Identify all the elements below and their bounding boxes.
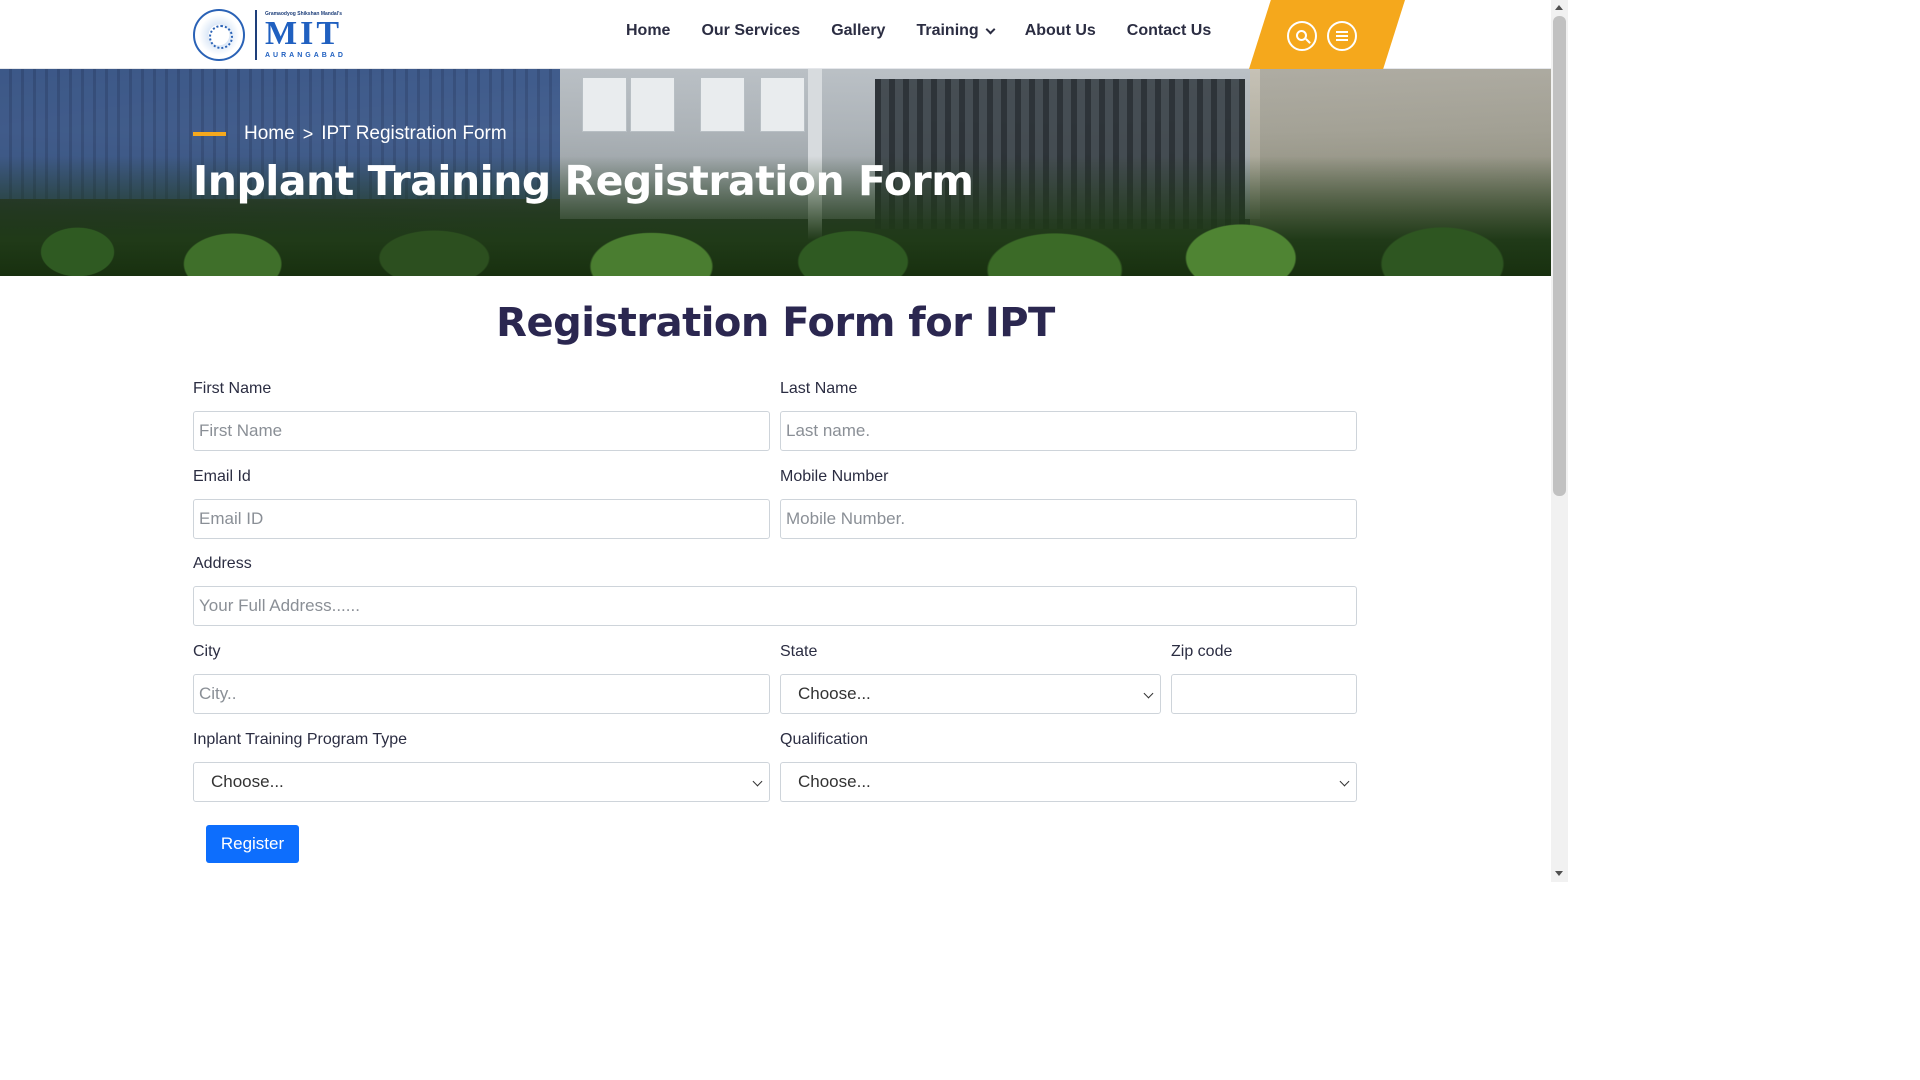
address-input[interactable] bbox=[193, 586, 1357, 626]
mit-logo[interactable]: Gramaodyog Shikshan Mandal's MIT AURANGA… bbox=[193, 6, 363, 64]
register-button[interactable]: Register bbox=[206, 825, 299, 863]
hero-bg-unit bbox=[582, 77, 627, 132]
nav-gallery[interactable]: Gallery bbox=[831, 22, 885, 40]
hero-bg-unit bbox=[700, 77, 745, 132]
last-name-label: Last Name bbox=[780, 380, 858, 397]
mobile-input[interactable] bbox=[780, 499, 1357, 539]
nav-our-services[interactable]: Our Services bbox=[701, 22, 800, 40]
breadcrumb: Home > IPT Registration Form bbox=[244, 123, 507, 145]
chevron-down-icon bbox=[1339, 776, 1350, 787]
nav-home[interactable]: Home bbox=[626, 22, 670, 40]
nav-home-label: Home bbox=[626, 22, 671, 39]
last-name-input[interactable] bbox=[780, 411, 1357, 451]
scroll-down-icon[interactable] bbox=[1555, 871, 1563, 876]
menu-icon bbox=[1336, 31, 1348, 41]
program-type-label: Inplant Training Program Type bbox=[193, 731, 408, 748]
chevron-down-icon bbox=[985, 24, 996, 34]
breadcrumb-current: IPT Registration Form bbox=[321, 123, 507, 144]
search-icon bbox=[1295, 29, 1307, 41]
page-hero-banner: Home > IPT Registration Form Inplant Tra… bbox=[0, 69, 1551, 276]
nav-our-services-label: Our Services bbox=[701, 22, 801, 39]
chevron-down-icon bbox=[1143, 688, 1154, 699]
nav-training-label: Training bbox=[916, 22, 979, 39]
chevron-down-icon bbox=[752, 776, 763, 787]
breadcrumb-home[interactable]: Home bbox=[244, 123, 295, 145]
nav-contact-us-label: Contact Us bbox=[1126, 22, 1212, 39]
scroll-up-icon[interactable] bbox=[1555, 5, 1563, 10]
qualification-select[interactable]: Choose... bbox=[780, 762, 1357, 802]
logo-text: Gramaodyog Shikshan Mandal's MIT AURANGA… bbox=[265, 11, 346, 59]
qualification-selected-value: Choose... bbox=[798, 772, 871, 791]
qualification-label: Qualification bbox=[780, 731, 869, 748]
scrollbar-thumb[interactable] bbox=[1553, 16, 1566, 496]
zip-label: Zip code bbox=[1171, 643, 1233, 660]
logo-name: MIT bbox=[265, 14, 342, 52]
email-label: Email Id bbox=[193, 468, 251, 485]
site-header: Gramaodyog Shikshan Mandal's MIT AURANGA… bbox=[0, 0, 1551, 69]
state-selected-value: Choose... bbox=[798, 684, 871, 703]
state-select[interactable]: Choose... bbox=[780, 674, 1161, 714]
nav-training[interactable]: Training bbox=[916, 22, 996, 40]
main-nav: Home Our Services Gallery Training About… bbox=[626, 22, 1242, 40]
menu-button[interactable] bbox=[1327, 21, 1357, 51]
search-button[interactable] bbox=[1287, 21, 1317, 51]
mobile-label: Mobile Number bbox=[780, 468, 889, 485]
nav-about-us[interactable]: About Us bbox=[1025, 22, 1096, 40]
hero-bg-unit bbox=[630, 77, 675, 132]
logo-divider bbox=[255, 10, 257, 60]
breadcrumb-accent-line bbox=[193, 132, 226, 136]
nav-gallery-label: Gallery bbox=[831, 22, 886, 39]
breadcrumb-separator: > bbox=[302, 123, 314, 144]
page-title: Inplant Training Registration Form bbox=[193, 157, 974, 205]
first-name-label: First Name bbox=[193, 380, 272, 397]
program-type-select[interactable]: Choose... bbox=[193, 762, 770, 802]
address-label: Address bbox=[193, 555, 252, 572]
state-label: State bbox=[780, 643, 818, 660]
logo-city: AURANGABAD bbox=[265, 51, 346, 59]
hero-bg-unit bbox=[760, 77, 805, 132]
nav-about-us-label: About Us bbox=[1024, 22, 1096, 39]
first-name-input[interactable] bbox=[193, 411, 770, 451]
city-label: City bbox=[193, 643, 221, 660]
emblem-icon bbox=[193, 9, 245, 61]
city-input[interactable] bbox=[193, 674, 770, 714]
program-type-selected-value: Choose... bbox=[211, 772, 284, 791]
form-title: Registration Form for IPT bbox=[496, 300, 1055, 346]
zip-input[interactable] bbox=[1171, 674, 1357, 714]
email-input[interactable] bbox=[193, 499, 770, 539]
nav-contact-us[interactable]: Contact Us bbox=[1127, 22, 1211, 40]
